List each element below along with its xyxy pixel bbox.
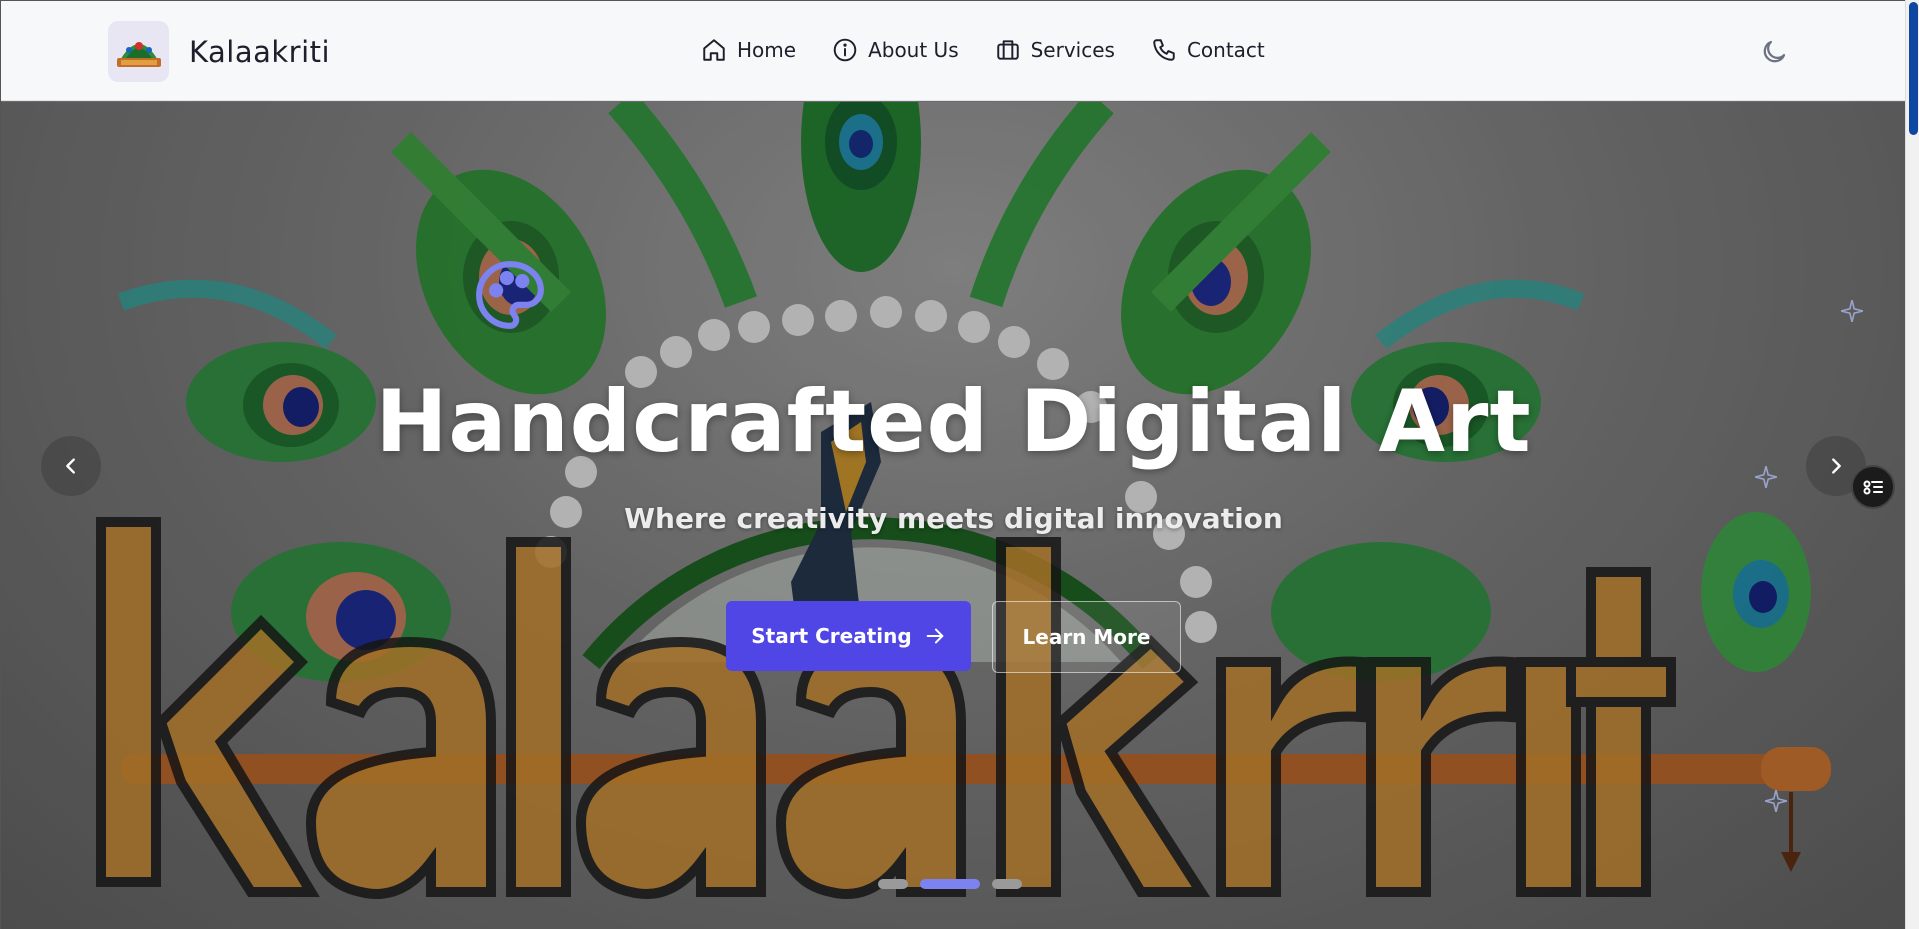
phone-icon	[1153, 39, 1175, 61]
carousel-prev-button[interactable]	[41, 436, 101, 496]
nav-services-label: Services	[1030, 38, 1115, 62]
hero-carousel: Handcrafted Digital Art Where creativity…	[1, 102, 1905, 929]
info-icon	[833, 38, 857, 62]
settings-list-icon	[1863, 480, 1883, 495]
scrollbar-thumb[interactable]	[1909, 2, 1918, 135]
nav-home-label: Home	[737, 38, 797, 62]
learn-more-label: Learn More	[1022, 625, 1151, 649]
nav-about[interactable]: About Us	[832, 37, 959, 63]
chevron-right-icon	[1832, 458, 1841, 474]
carousel-dot-1[interactable]	[878, 879, 908, 889]
moon-icon[interactable]	[1759, 37, 1789, 67]
nav-contact[interactable]: Contact	[1151, 37, 1265, 63]
start-creating-label: Start Creating	[751, 624, 912, 648]
nav-about-label: About Us	[868, 38, 959, 62]
briefcase-icon	[996, 40, 1019, 60]
page: Kalaakriti Home About Us Services Contac…	[0, 0, 1905, 929]
page-scrollbar[interactable]	[1905, 0, 1919, 929]
hero-cta-group: Start Creating Learn More	[726, 601, 1181, 673]
learn-more-button[interactable]: Learn More	[992, 601, 1181, 673]
hero-subtitle: Where creativity meets digital innovatio…	[624, 502, 1283, 535]
carousel-indicators	[878, 879, 1022, 889]
hero-title: Handcrafted Digital Art	[375, 372, 1532, 472]
nav-home[interactable]: Home	[701, 37, 796, 63]
brand-logo	[108, 21, 169, 82]
sparkle-icon	[1764, 789, 1788, 813]
accessibility-menu-button[interactable]	[1851, 465, 1895, 509]
brand[interactable]: Kalaakriti	[108, 21, 330, 82]
brand-name: Kalaakriti	[189, 34, 331, 69]
palette-icon	[476, 261, 544, 329]
sparkle-icon	[1840, 299, 1864, 323]
carousel-dot-3[interactable]	[992, 879, 1022, 889]
site-header: Kalaakriti Home About Us Services Contac…	[1, 1, 1905, 101]
main-nav: Home About Us Services Contact	[701, 37, 1265, 63]
home-icon	[703, 39, 725, 61]
carousel-dot-2[interactable]	[920, 879, 980, 889]
arrow-right-icon	[926, 628, 944, 644]
nav-contact-label: Contact	[1186, 38, 1265, 62]
nav-services[interactable]: Services	[995, 37, 1115, 63]
chevron-left-icon	[66, 458, 75, 474]
start-creating-button[interactable]: Start Creating	[726, 601, 971, 671]
